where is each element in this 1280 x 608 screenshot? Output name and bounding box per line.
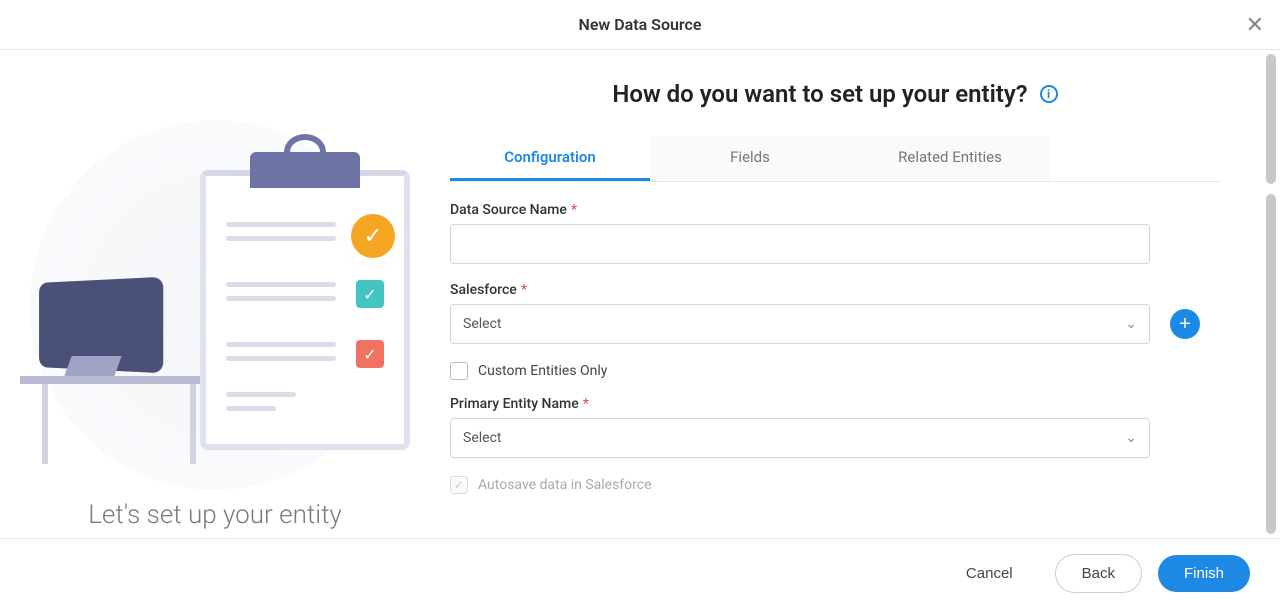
tab-configuration[interactable]: Configuration [450,136,650,181]
left-panel: ✓ ✓ ✓ Let's set up your entity [0,50,430,538]
data-source-name-label: Data Source Name* [450,202,1220,218]
finish-button[interactable]: Finish [1158,555,1250,592]
salesforce-label: Salesforce* [450,282,1220,298]
chevron-down-icon: ⌄ [1125,430,1137,446]
custom-entities-label: Custom Entities Only [478,363,607,379]
back-button[interactable]: Back [1055,554,1142,593]
custom-entities-checkbox-row[interactable]: Custom Entities Only [450,362,1220,380]
label-text: Data Source Name [450,202,567,218]
autosave-checkbox-row: ✓ Autosave data in Salesforce [450,476,1220,494]
select-value: Select [463,430,501,446]
dialog-body: ✓ ✓ ✓ Let's set up your entity How do yo… [0,50,1280,538]
label-text: Primary Entity Name [450,396,579,412]
salesforce-group: Salesforce* Select ⌄ + [450,282,1220,344]
close-icon[interactable]: ✕ [1246,14,1264,36]
info-icon[interactable]: i [1040,85,1058,103]
check-square-icon: ✓ [356,340,384,368]
label-text: Salesforce [450,282,517,298]
scrollbar[interactable] [1266,54,1276,534]
tab-fields[interactable]: Fields [650,136,850,181]
cancel-button[interactable]: Cancel [940,555,1039,592]
dialog-title: New Data Source [579,15,702,34]
checkbox-checked-disabled-icon: ✓ [450,476,468,494]
salesforce-select[interactable]: Select ⌄ [450,304,1150,344]
scrollbar-thumb[interactable] [1266,194,1276,534]
select-value: Select [463,316,501,332]
tab-related-entities[interactable]: Related Entities [850,136,1050,181]
clipboard-icon: ✓ ✓ ✓ [200,170,410,450]
checkbox-icon[interactable] [450,362,468,380]
add-salesforce-button[interactable]: + [1170,309,1200,339]
autosave-label: Autosave data in Salesforce [478,477,652,493]
chevron-down-icon: ⌄ [1125,316,1137,332]
dialog-header: New Data Source ✕ [0,0,1280,50]
tabs: Configuration Fields Related Entities [450,136,1220,182]
right-panel: How do you want to set up your entity? i… [430,50,1280,538]
illustration: ✓ ✓ ✓ [20,80,410,470]
left-caption: Let's set up your entity [88,500,342,530]
primary-entity-group: Primary Entity Name* Select ⌄ [450,396,1220,458]
primary-entity-label: Primary Entity Name* [450,396,1220,412]
heading-row: How do you want to set up your entity? i [450,80,1220,108]
check-circle-icon: ✓ [351,214,395,258]
data-source-name-input[interactable] [450,224,1150,264]
scrollbar-thumb[interactable] [1266,54,1276,184]
page-heading: How do you want to set up your entity? [612,80,1027,108]
dialog-footer: Cancel Back Finish [0,538,1280,608]
check-square-icon: ✓ [356,280,384,308]
data-source-name-group: Data Source Name* [450,202,1220,264]
primary-entity-select[interactable]: Select ⌄ [450,418,1150,458]
